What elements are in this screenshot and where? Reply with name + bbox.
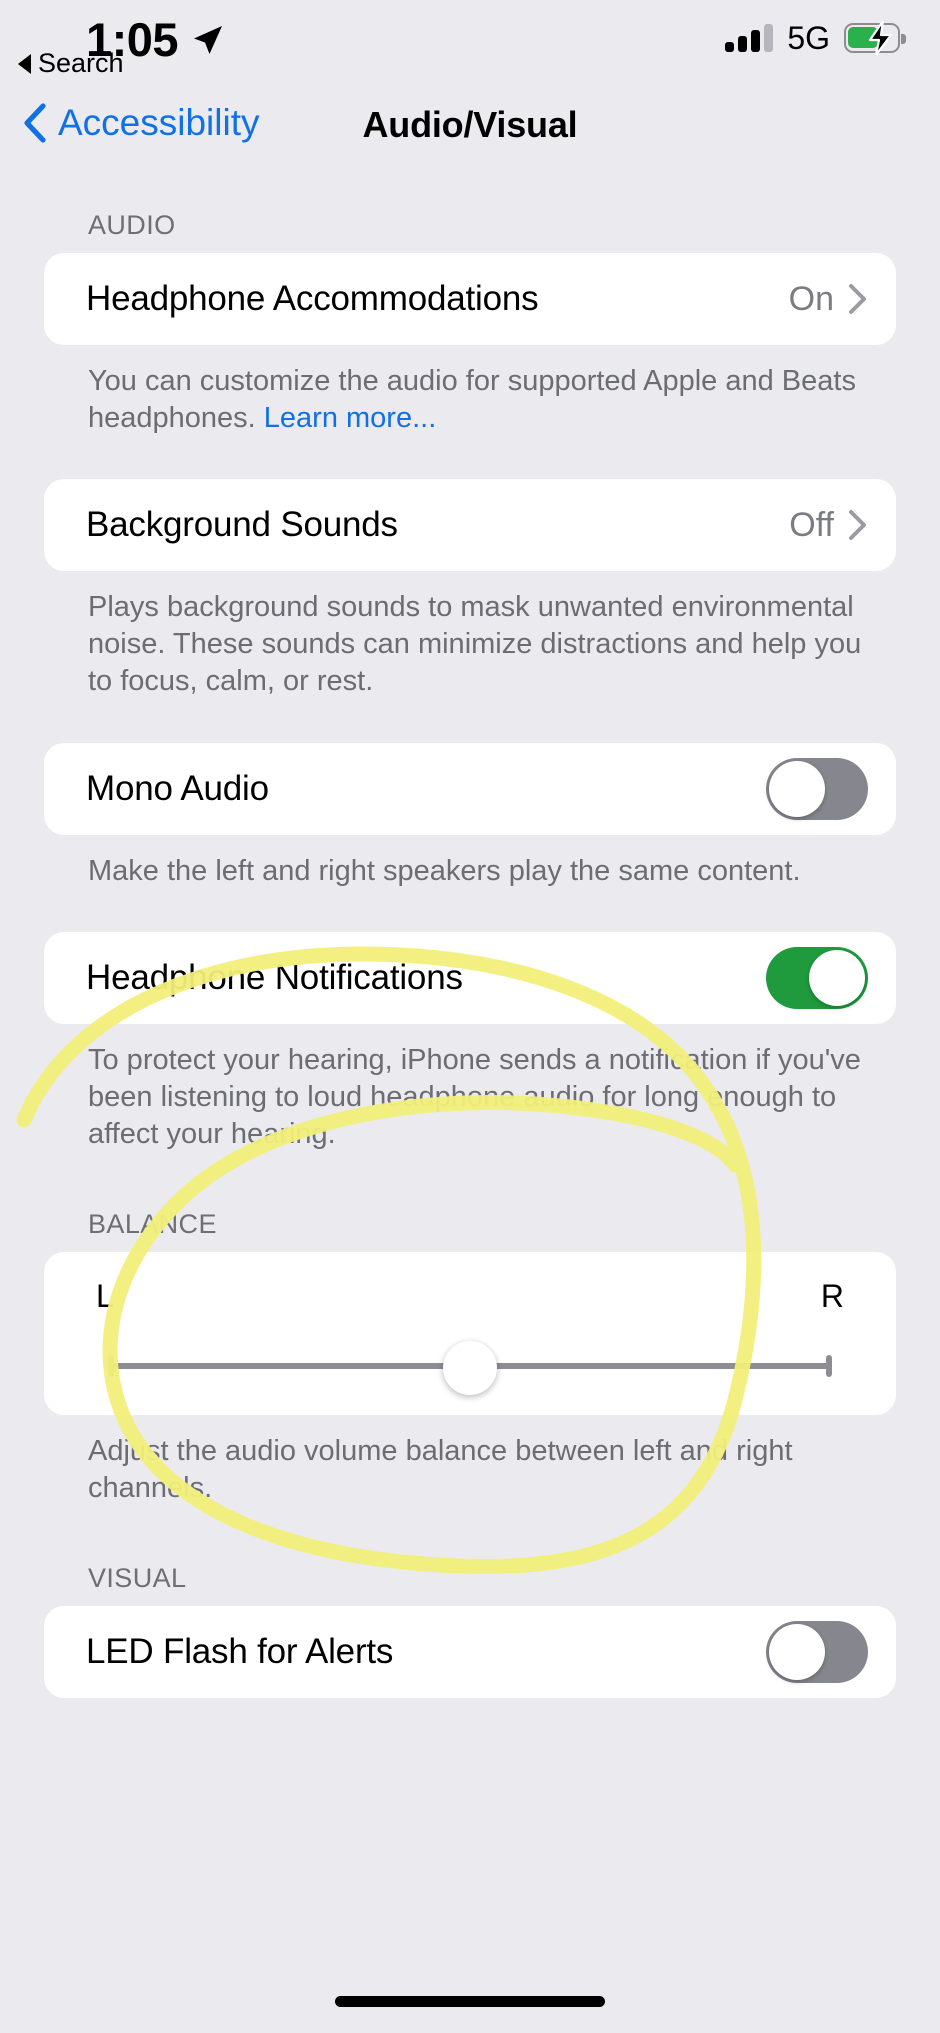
row-label-led-flash-for-alerts: LED Flash for Alerts (86, 1632, 394, 1672)
toggle-knob (809, 949, 865, 1006)
row-label-background-sounds: Background Sounds (86, 505, 398, 545)
footnote-mono-audio: Make the left and right speakers play th… (88, 854, 801, 887)
section-header-balance: BALANCE (88, 1208, 217, 1239)
chevron-right-icon (849, 284, 866, 314)
status-bar: 1:05 5G Search (0, 0, 940, 92)
row-label-headphone-notifications: Headphone Notifications (86, 957, 463, 997)
toggle-knob (769, 1624, 825, 1681)
location-arrow-icon (194, 26, 222, 54)
back-to-search-button[interactable]: Search (18, 48, 124, 79)
row-background-sounds[interactable]: Background Sounds Off (44, 479, 896, 571)
page-title: Audio/Visual (362, 104, 578, 145)
row-label-mono-audio: Mono Audio (86, 768, 269, 808)
navigation-bar: Accessibility Audio/Visual (0, 92, 940, 164)
card-headphone-notifications: Headphone Notifications (44, 931, 896, 1024)
card-mono-audio: Mono Audio (44, 742, 896, 835)
balance-slider[interactable] (94, 1340, 846, 1395)
footnote-background-sounds: Plays background sounds to mask unwanted… (88, 591, 862, 698)
cellular-signal-icon (725, 24, 774, 52)
balance-channel-labels: L R (44, 1278, 896, 1315)
section-header-audio: AUDIO (88, 210, 176, 240)
footnote-headphone-accommodations: You can customize the audio for supporte… (0, 345, 940, 437)
row-label-headphone-accommodations: Headphone Accommodations (86, 279, 539, 318)
card-balance: L R (44, 1251, 896, 1415)
balance-right-label: R (820, 1277, 844, 1314)
card-background-sounds: Background Sounds Off (44, 479, 896, 572)
iphone-screen: 1:05 5G Search Accessibility Audio/Visua… (0, 0, 940, 2033)
footnote-headphone-notifications: To protect your hearing, iPhone sends a … (88, 1043, 861, 1150)
row-accessory-background-sounds: Off (789, 506, 868, 545)
card-led-flash: LED Flash for Alerts (44, 1606, 896, 1699)
balance-slider-left-cap (108, 1354, 114, 1377)
row-value-background-sounds: Off (789, 505, 834, 544)
toggle-mono-audio[interactable] (766, 757, 868, 820)
toggle-headphone-notifications[interactable] (766, 946, 868, 1009)
balance-slider-thumb[interactable] (443, 1340, 497, 1395)
row-headphone-notifications: Headphone Notifications (44, 932, 896, 1024)
settings-content: AUDIO Headphone Accommodations On You ca… (0, 164, 940, 1699)
balance-slider-right-cap (826, 1354, 832, 1377)
battery-charging-icon (844, 21, 906, 55)
balance-left-label: L (96, 1277, 114, 1314)
row-led-flash-for-alerts: LED Flash for Alerts (44, 1606, 896, 1698)
row-value-headphone-accommodations: On (788, 279, 834, 318)
home-indicator (335, 1996, 605, 2007)
toggle-led-flash-for-alerts[interactable] (766, 1621, 868, 1684)
triangle-left-icon (18, 53, 31, 74)
network-type-label: 5G (787, 20, 830, 56)
back-to-search-label: Search (38, 48, 124, 78)
row-mono-audio: Mono Audio (44, 743, 896, 835)
status-bar-indicators: 5G (725, 20, 906, 56)
footnote-balance: Adjust the audio volume balance between … (88, 1434, 793, 1505)
card-headphone-accommodations: Headphone Accommodations On (44, 253, 896, 345)
toggle-knob (769, 760, 825, 817)
chevron-right-icon (849, 510, 866, 541)
row-accessory-headphone-accommodations: On (789, 280, 868, 319)
row-headphone-accommodations[interactable]: Headphone Accommodations On (44, 253, 896, 345)
section-header-visual: VISUAL (88, 1563, 187, 1594)
footnote-text: You can customize the audio for supporte… (88, 365, 856, 435)
learn-more-link[interactable]: Learn more... (264, 402, 436, 434)
